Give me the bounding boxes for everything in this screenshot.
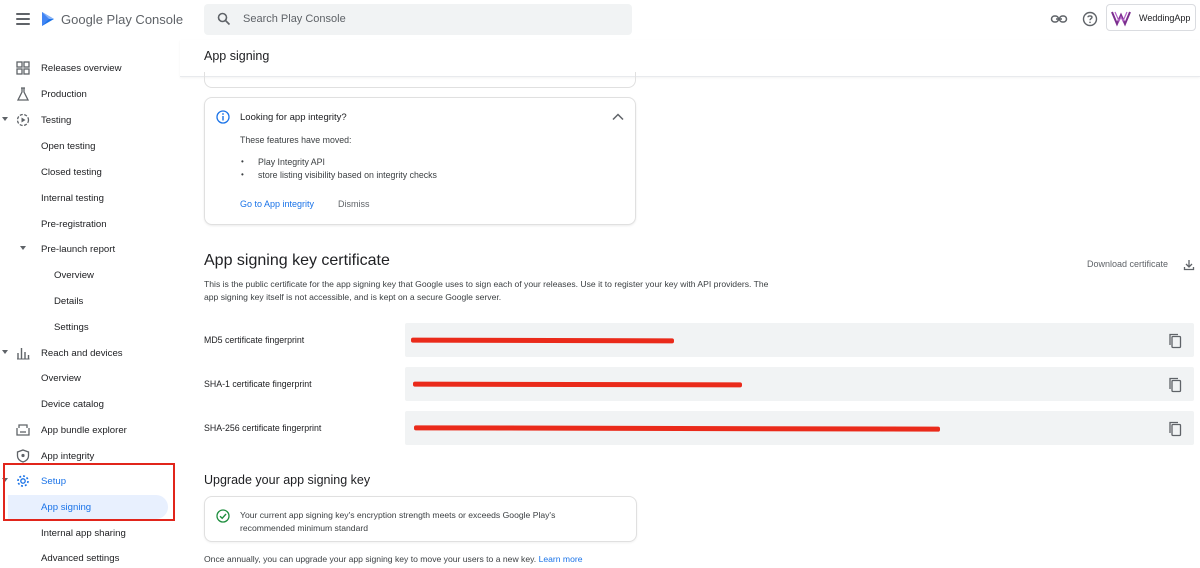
- upgrade-footer: Once annually, you can upgrade your app …: [204, 554, 583, 564]
- fingerprint-value[interactable]: [405, 323, 1194, 357]
- shield-icon: [16, 449, 30, 463]
- link-icon[interactable]: [1050, 11, 1068, 27]
- previous-card-bottom: [204, 72, 636, 88]
- sidebar-item-label: Reach and devices: [41, 347, 123, 359]
- sidebar-item-label: App bundle explorer: [41, 424, 127, 436]
- search-input[interactable]: Search Play Console: [204, 4, 632, 35]
- search-placeholder: Search Play Console: [243, 13, 346, 25]
- info-icon: [216, 110, 230, 124]
- copy-icon[interactable]: [1168, 333, 1182, 349]
- sidebar-item-label: Production: [41, 88, 87, 100]
- sidebar-item-label: Device catalog: [41, 398, 104, 410]
- copy-icon[interactable]: [1168, 421, 1182, 437]
- highlight-annotation: [3, 463, 175, 521]
- fingerprint-row-md5: MD5 certificate fingerprint: [204, 323, 1194, 357]
- redaction-mark: [410, 337, 675, 344]
- play-console-logo-icon[interactable]: [40, 11, 56, 27]
- chevron-down-icon[interactable]: [20, 246, 26, 250]
- dismiss-button[interactable]: Dismiss: [338, 199, 370, 209]
- flask-icon: [16, 87, 30, 101]
- fingerprint-row-sha256: SHA-256 certificate fingerprint: [204, 411, 1194, 445]
- sidebar-item-label: Internal testing: [41, 192, 104, 204]
- app-integrity-notice-card: Looking for app integrity? These feature…: [204, 97, 636, 225]
- dashboard-icon: [16, 61, 30, 75]
- sidebar-item-pre-launch-details[interactable]: Details: [0, 289, 176, 313]
- upgrade-status-card: Your current app signing key's encryptio…: [204, 496, 637, 542]
- fingerprint-label: MD5 certificate fingerprint: [204, 335, 305, 345]
- sidebar-item-pre-launch-report[interactable]: Pre-launch report: [0, 237, 176, 261]
- section-title: App signing key certificate: [204, 252, 390, 269]
- sidebar-item-pre-launch-settings[interactable]: Settings: [0, 315, 176, 339]
- sidebar-item-pre-registration[interactable]: Pre-registration: [0, 212, 176, 236]
- testing-icon: [16, 113, 30, 127]
- card-subtitle: These features have moved:: [240, 135, 352, 145]
- help-icon[interactable]: [1082, 11, 1098, 27]
- list-item: store listing visibility based on integr…: [241, 170, 437, 180]
- sidebar-item-label: Settings: [54, 321, 89, 333]
- app-logo-icon: [1111, 11, 1131, 27]
- sidebar-item-label: Testing: [41, 114, 72, 126]
- sidebar-item-advanced-settings[interactable]: Advanced settings: [0, 546, 176, 568]
- bundle-icon: [16, 424, 30, 436]
- card-title: Looking for app integrity?: [240, 112, 347, 123]
- sidebar-item-label: Overview: [54, 269, 94, 281]
- fingerprint-label: SHA-256 certificate fingerprint: [204, 423, 322, 433]
- upgrade-section-title: Upgrade your app signing key: [204, 473, 371, 487]
- sidebar-item-reach-overview[interactable]: Overview: [0, 366, 176, 390]
- sidebar-item-open-testing[interactable]: Open testing: [0, 134, 176, 158]
- fingerprint-row-sha1: SHA-1 certificate fingerprint: [204, 367, 1194, 401]
- search-icon: [217, 12, 231, 26]
- sidebar-item-releases-overview[interactable]: Releases overview: [0, 56, 176, 80]
- sidebar-item-closed-testing[interactable]: Closed testing: [0, 160, 176, 184]
- menu-icon[interactable]: [16, 13, 30, 25]
- fingerprint-label: SHA-1 certificate fingerprint: [204, 379, 312, 389]
- download-certificate-button[interactable]: Download certificate: [1087, 259, 1195, 271]
- sidebar-item-label: Closed testing: [41, 166, 102, 178]
- sidebar-item-label: Overview: [41, 372, 81, 384]
- sidebar-item-testing[interactable]: Testing: [0, 108, 176, 132]
- sidebar-item-label: Pre-registration: [41, 218, 107, 230]
- download-label: Download certificate: [1087, 259, 1169, 269]
- app-selector[interactable]: WeddingApp: [1106, 4, 1196, 31]
- sidebar-item-reach-and-devices[interactable]: Reach and devices: [0, 341, 176, 365]
- fingerprint-value[interactable]: [405, 367, 1194, 401]
- sidebar-item-production[interactable]: Production: [0, 82, 176, 106]
- check-circle-icon: [216, 509, 230, 523]
- upgrade-status-text: Your current app signing key's encryptio…: [240, 510, 556, 533]
- section-description: This is the public certificate for the a…: [204, 279, 769, 302]
- sidebar-item-app-bundle-explorer[interactable]: App bundle explorer: [0, 418, 176, 442]
- learn-more-link[interactable]: Learn more: [539, 554, 583, 564]
- list-item: Play Integrity API: [241, 157, 325, 167]
- top-bar-left: Google Play Console: [0, 0, 190, 40]
- go-to-app-integrity-link[interactable]: Go to App integrity: [240, 199, 314, 209]
- sidebar-item-pre-launch-overview[interactable]: Overview: [0, 263, 176, 287]
- chevron-down-icon[interactable]: [2, 117, 8, 121]
- sidebar-item-label: Releases overview: [41, 62, 122, 74]
- fingerprint-value[interactable]: [405, 411, 1194, 445]
- brand-name[interactable]: Google Play Console: [61, 12, 183, 27]
- redaction-mark: [412, 381, 743, 388]
- chevron-up-icon[interactable]: [611, 111, 625, 123]
- redaction-mark: [413, 425, 941, 432]
- download-icon: [1183, 260, 1195, 271]
- bar-chart-icon: [17, 348, 30, 360]
- app-name: WeddingApp: [1139, 13, 1191, 23]
- sidebar-item-internal-app-sharing[interactable]: Internal app sharing: [0, 521, 176, 545]
- sidebar-item-label: Details: [54, 295, 84, 307]
- sidebar-item-label: Open testing: [41, 140, 96, 152]
- upgrade-footer-text: Once annually, you can upgrade your app …: [204, 554, 537, 564]
- sidebar-item-label: App integrity: [41, 450, 95, 462]
- sidebar-item-label: Internal app sharing: [41, 527, 126, 539]
- page-title: App signing: [204, 49, 270, 63]
- sidebar-item-label: Advanced settings: [41, 552, 120, 564]
- copy-icon[interactable]: [1168, 377, 1182, 393]
- sidebar-item-label: Pre-launch report: [41, 243, 116, 255]
- chevron-down-icon[interactable]: [2, 350, 8, 354]
- sidebar-item-internal-testing[interactable]: Internal testing: [0, 186, 176, 210]
- sidebar-item-device-catalog[interactable]: Device catalog: [0, 392, 176, 416]
